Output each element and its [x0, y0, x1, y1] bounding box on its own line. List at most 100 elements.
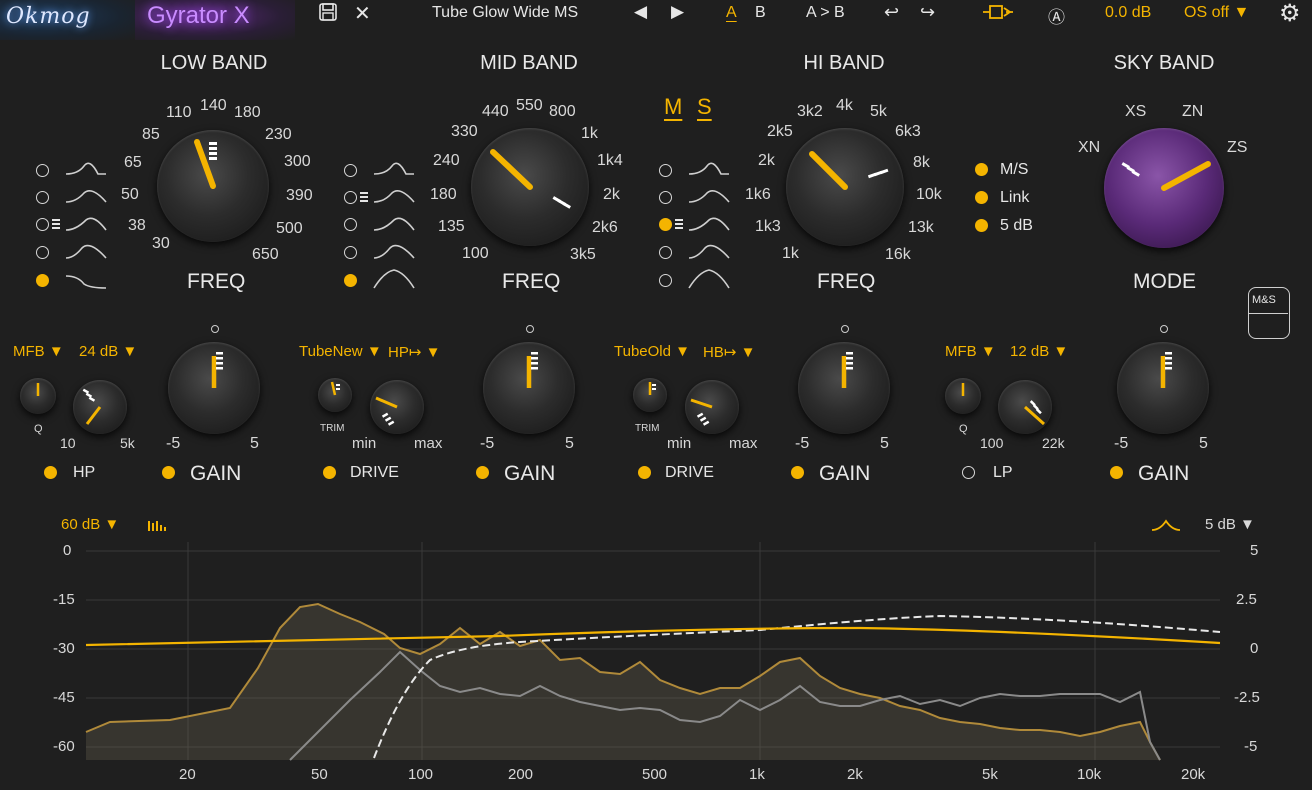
ms-s-button[interactable]: S — [697, 94, 712, 120]
sky-mode-knob[interactable] — [1104, 128, 1224, 248]
prev-preset-icon[interactable]: ◀ — [634, 2, 647, 22]
mid-shape-radio-5[interactable] — [344, 274, 357, 287]
freq-axis-label-6: 2k — [847, 766, 863, 783]
low-hp-toggle[interactable] — [44, 466, 57, 479]
mid-gain-max: 5 — [565, 435, 574, 452]
hi-freq-label: FREQ — [817, 270, 876, 293]
sky-filter-freq-max: 22k — [1042, 435, 1065, 451]
sky-filter-slope-dropdown[interactable]: 12 dB ▼ — [1010, 343, 1068, 360]
low-shape-curves — [65, 162, 107, 289]
low-filter-freq-knob[interactable] — [73, 380, 127, 434]
low-filter-slope-label: 24 dB — [79, 343, 119, 360]
mid-gain-knob[interactable] — [483, 342, 575, 434]
low-shape-radio-5[interactable] — [36, 274, 49, 287]
sky-q-knob[interactable] — [945, 378, 981, 414]
hi-gain-knob[interactable] — [798, 342, 890, 434]
hi-shape-radio-3[interactable] — [659, 218, 672, 231]
sky-filter-freq-knob[interactable] — [998, 380, 1052, 434]
redo-icon[interactable]: ↪ — [920, 2, 935, 23]
close-icon[interactable]: ✕ — [354, 1, 371, 26]
hi-shape-radio-4[interactable] — [659, 246, 672, 259]
sky-mode-scale-xn: XN — [1078, 139, 1101, 156]
ms-m-button[interactable]: M — [664, 94, 682, 120]
sky-filter-type-dropdown[interactable]: MFB ▼ — [945, 343, 996, 360]
low-filter-slope-dropdown[interactable]: 24 dB ▼ — [79, 343, 137, 360]
mid-shape-radio-4[interactable] — [344, 246, 357, 259]
gear-icon[interactable]: ⚙ — [1279, 0, 1301, 28]
oversampling-dropdown[interactable]: OS off ▼ — [1184, 4, 1249, 22]
hi-freq-scale-0: 1k — [782, 245, 799, 262]
auto-gain-icon[interactable]: Ⓐ — [1048, 3, 1065, 28]
ab-b-button[interactable]: B — [755, 4, 766, 22]
hi-gain-toggle[interactable] — [791, 466, 804, 479]
low-shape-radio-1[interactable] — [36, 164, 49, 177]
hi-trim-knob[interactable] — [633, 378, 667, 412]
chevron-down-icon: ▼ — [122, 343, 138, 360]
hi-freq-scale-1: 1k3 — [755, 218, 781, 235]
mid-drive-toggle[interactable] — [323, 466, 336, 479]
low-shape-radio-2[interactable] — [36, 191, 49, 204]
hi-option-ms-label: M/S — [1000, 161, 1029, 178]
low-q-label: Q — [34, 423, 43, 435]
save-icon[interactable] — [318, 2, 338, 27]
copy-ab-button[interactable]: A > B — [806, 4, 845, 22]
mid-shape-radio-3[interactable] — [344, 218, 357, 231]
spectrum-analyzer[interactable]: 60 dB ▼ 5 dB ▼ 0 -15 -30 -45 -60 5 2.5 0… — [0, 510, 1312, 790]
sky-gain-knob[interactable] — [1117, 342, 1209, 434]
hi-shape-curves — [688, 162, 730, 289]
low-shape-selector[interactable] — [36, 160, 116, 300]
sky-gain-toggle[interactable] — [1110, 466, 1123, 479]
low-shape-radio-4[interactable] — [36, 246, 49, 259]
output-gain-value[interactable]: 0.0 dB — [1105, 4, 1151, 22]
mid-drive-knob[interactable] — [370, 380, 424, 434]
mid-gain-center-mark — [526, 325, 534, 333]
mid-gain-toggle[interactable] — [476, 466, 489, 479]
hi-freq-scale-11: 13k — [908, 219, 934, 236]
hi-option-ms-toggle[interactable] — [975, 163, 988, 176]
hi-drive-knob[interactable] — [685, 380, 739, 434]
hi-drive-mode-dropdown[interactable]: HB↦ ▼ — [703, 343, 755, 361]
sky-mode-scale-xs: XS — [1125, 103, 1147, 120]
preset-name[interactable]: Tube Glow Wide MS — [432, 4, 578, 22]
hi-shape-selector[interactable] — [659, 160, 739, 300]
hi-shape-radio-2[interactable] — [659, 191, 672, 204]
sky-q-label: Q — [959, 423, 968, 435]
mid-shape-radio-1[interactable] — [344, 164, 357, 177]
right-axis-label-1: 2.5 — [1236, 591, 1257, 608]
mid-freq-scale-7: 800 — [549, 103, 576, 120]
low-gain-toggle[interactable] — [162, 466, 175, 479]
low-filter-freq-max: 5k — [120, 435, 135, 451]
hi-shape-radio-5[interactable] — [659, 274, 672, 287]
sky-ms-button[interactable]: M&S — [1248, 287, 1290, 339]
ab-a-button[interactable]: A — [726, 4, 737, 22]
sky-lp-toggle[interactable] — [962, 466, 975, 479]
bypass-icon[interactable] — [982, 2, 1014, 27]
mid-shape-curves — [373, 162, 415, 289]
freq-axis-label-4: 500 — [642, 766, 668, 783]
hi-option-link-toggle[interactable] — [975, 191, 988, 204]
freq-axis-label-1: 50 — [311, 766, 328, 783]
hi-drive-toggle[interactable] — [638, 466, 651, 479]
hi-option-5db-toggle[interactable] — [975, 219, 988, 232]
mid-shape-selector[interactable] — [344, 160, 424, 300]
low-freq-knob[interactable] — [157, 130, 269, 242]
low-freq-scale-6: 140 — [200, 97, 227, 114]
mid-drive-mode-dropdown[interactable]: HP↦ ▼ — [388, 343, 440, 361]
mid-freq-knob[interactable] — [471, 128, 589, 246]
low-gain-knob[interactable] — [168, 342, 260, 434]
mid-drive-mode-label: HP↦ — [388, 344, 422, 361]
plugin-name: Gyrator X — [135, 0, 295, 40]
low-q-knob[interactable] — [20, 378, 56, 414]
mid-shape-radio-2[interactable] — [344, 191, 357, 204]
mid-freq-scale-8: 1k — [581, 125, 598, 142]
freq-axis-label-0: 20 — [179, 766, 196, 783]
low-filter-type-dropdown[interactable]: MFB ▼ — [13, 343, 64, 360]
hi-tube-type-dropdown[interactable]: TubeOld ▼ — [614, 343, 690, 360]
mid-trim-knob[interactable] — [318, 378, 352, 412]
hi-shape-radio-1[interactable] — [659, 164, 672, 177]
next-preset-icon[interactable]: ▶ — [671, 2, 684, 22]
mid-tube-type-dropdown[interactable]: TubeNew ▼ — [299, 343, 382, 360]
hi-freq-knob[interactable] — [786, 128, 904, 246]
low-shape-radio-3[interactable] — [36, 218, 49, 231]
undo-icon[interactable]: ↩ — [884, 2, 899, 23]
